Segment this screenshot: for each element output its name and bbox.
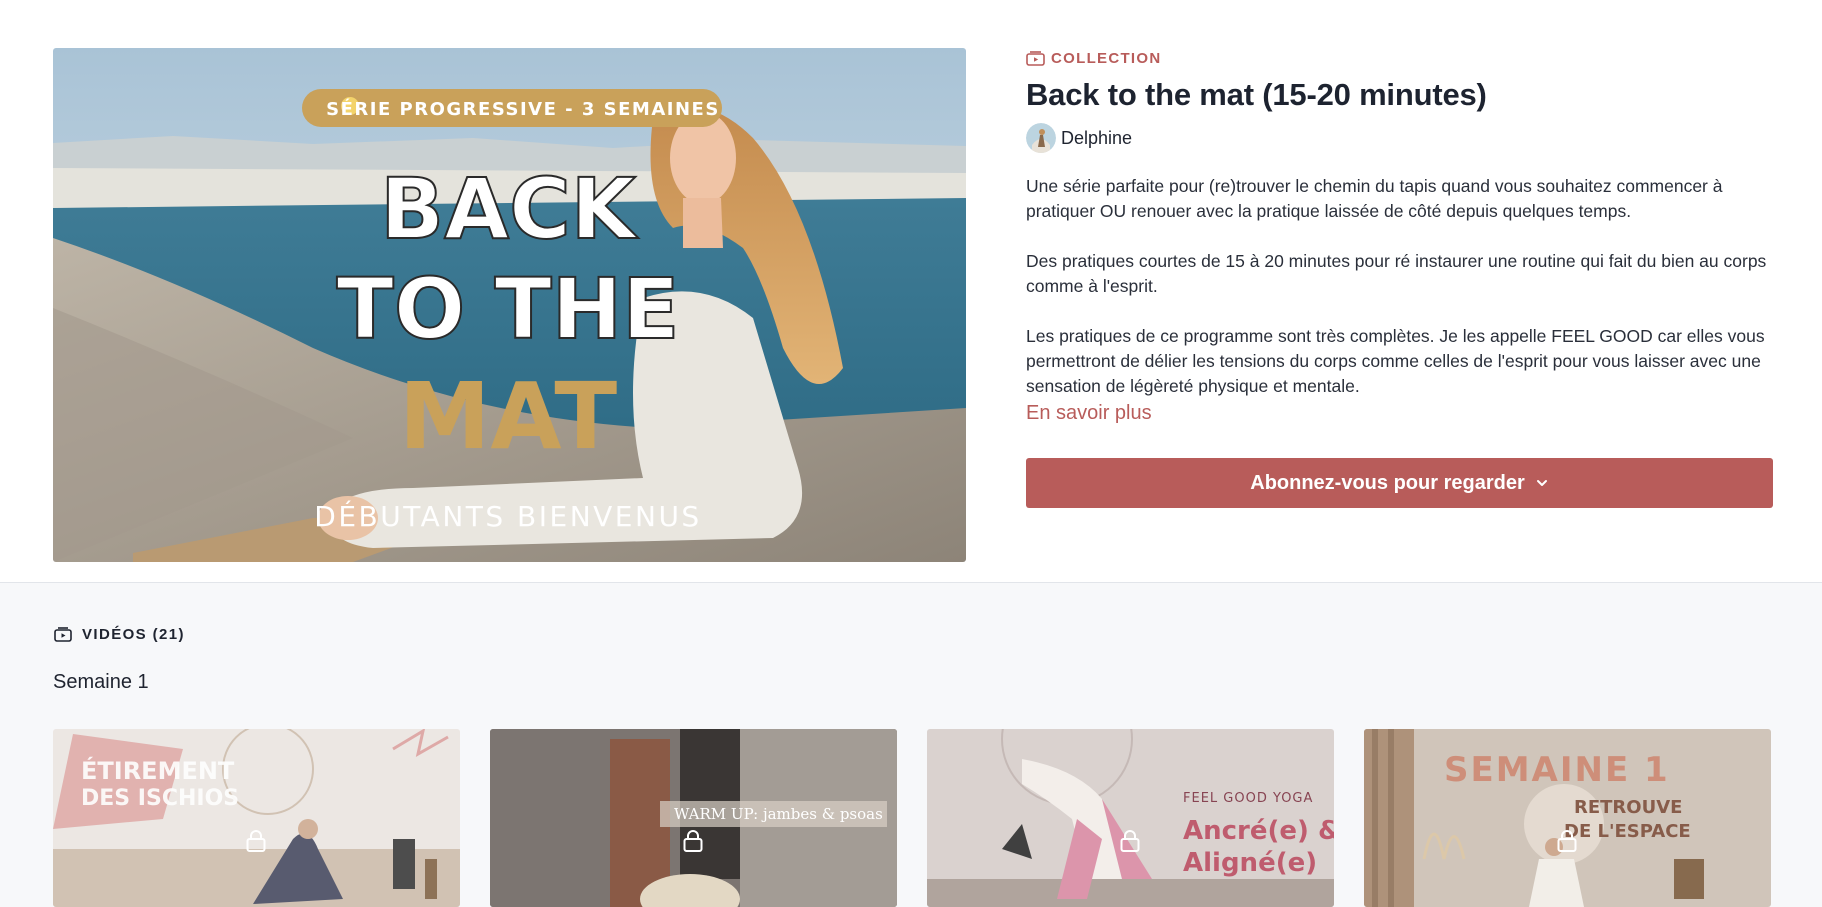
video-thumbnail: WARM UP: jambes & psoas (490, 729, 897, 907)
video-card[interactable]: SEMAINE 1 RETROUVE DE L'ESPACE (1364, 729, 1771, 907)
week-title: Semaine 1 (53, 671, 149, 693)
video-list: ÉTIREMENT DES ISCHIOS WARM UP: jambes & … (53, 729, 1773, 907)
hero-badge-text: SÉRIE PROGRESSIVE - 3 SEMAINES (326, 98, 720, 120)
video-card[interactable]: FEEL GOOD YOGA Ancré(e) & Aligné(e) (927, 729, 1334, 907)
video-thumbnail: SEMAINE 1 RETROUVE DE L'ESPACE (1364, 729, 1771, 907)
description-paragraph: Des pratiques courtes de 15 à 20 minutes… (1026, 251, 1767, 296)
collection-icon (1026, 50, 1045, 66)
subscribe-button-label: Abonnez-vous pour regarder (1250, 471, 1525, 494)
video-collection-icon (54, 626, 72, 642)
subscribe-button[interactable]: Abonnez-vous pour regarder (1026, 458, 1773, 508)
hero-line1: BACK (380, 160, 639, 258)
description-paragraph: Une série parfaite pour (re)trouver le c… (1026, 176, 1723, 221)
hero-line2: TO THE (337, 260, 680, 358)
videos-header: VIDÉOS (21) (54, 624, 185, 644)
video-thumbnail: ÉTIREMENT DES ISCHIOS (53, 729, 460, 907)
collection-header: SÉRIE PROGRESSIVE - 3 SEMAINES BACK TO T… (0, 0, 1822, 582)
video-card[interactable]: WARM UP: jambes & psoas (490, 729, 897, 907)
author-name: Delphine (1061, 127, 1133, 148)
author[interactable]: Delphine (1026, 122, 1772, 154)
videos-count-label: VIDÉOS (21) (82, 625, 185, 643)
card-title-line1: WARM UP: jambes & psoas (674, 805, 883, 823)
video-thumbnail: FEEL GOOD YOGA Ancré(e) & Aligné(e) (927, 729, 1334, 907)
hero-footer-text: DÉBUTANTS BIENVENUS (314, 499, 701, 533)
page-title: Back to the mat (15-20 minutes) (1026, 77, 1487, 112)
lock-icon (683, 830, 703, 852)
hero-illustration: SÉRIE PROGRESSIVE - 3 SEMAINES BACK TO T… (53, 48, 966, 562)
avatar (1026, 123, 1056, 153)
lock-icon (1557, 830, 1577, 852)
description-paragraph: Les pratiques de ce programme sont très … (1026, 326, 1765, 396)
read-more-link[interactable]: En savoir plus (1026, 402, 1772, 425)
lock-icon (1120, 830, 1140, 852)
hero-thumbnail: SÉRIE PROGRESSIVE - 3 SEMAINES BACK TO T… (53, 48, 966, 562)
collection-label: COLLECTION (1051, 49, 1162, 67)
hero-line3: MAT (399, 363, 618, 470)
collection-info: COLLECTION Back to the mat (15-20 minute… (1026, 48, 1773, 508)
collection-description: Une série parfaite pour (re)trouver le c… (1026, 174, 1772, 399)
video-card[interactable]: ÉTIREMENT DES ISCHIOS (53, 729, 460, 907)
lock-icon (246, 830, 266, 852)
chevron-down-icon (1536, 480, 1547, 486)
collection-type: COLLECTION (1026, 48, 1772, 68)
